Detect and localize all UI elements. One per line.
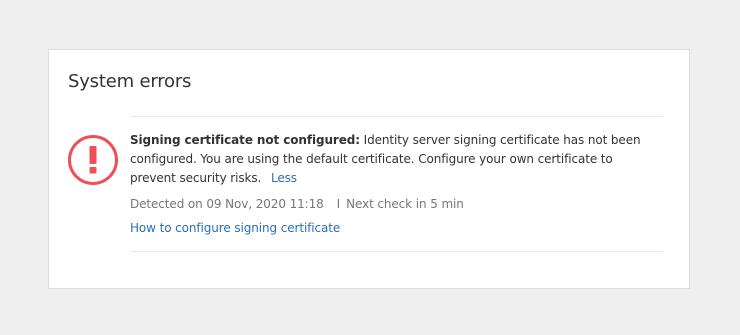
meta-separator: I bbox=[336, 197, 341, 211]
next-check-text: Next check in 5 min bbox=[346, 197, 464, 211]
panel-title: System errors bbox=[68, 71, 192, 92]
divider bbox=[131, 251, 663, 252]
system-errors-panel: System errors Signing certificate not co… bbox=[48, 49, 690, 289]
exclamation-circle-icon bbox=[68, 135, 118, 185]
detected-timestamp: Detected on 09 Nov, 2020 11:18 bbox=[130, 197, 324, 211]
error-meta: Detected on 09 Nov, 2020 11:18 I Next chec… bbox=[130, 196, 650, 212]
error-item: Signing certificate not configured: Iden… bbox=[130, 131, 650, 236]
divider bbox=[131, 116, 663, 117]
help-link[interactable]: How to configure signing certificate bbox=[130, 220, 340, 236]
error-message: Signing certificate not configured: Iden… bbox=[130, 131, 650, 188]
error-title: Signing certificate not configured: bbox=[130, 133, 360, 147]
less-toggle-link[interactable]: Less bbox=[271, 171, 297, 185]
